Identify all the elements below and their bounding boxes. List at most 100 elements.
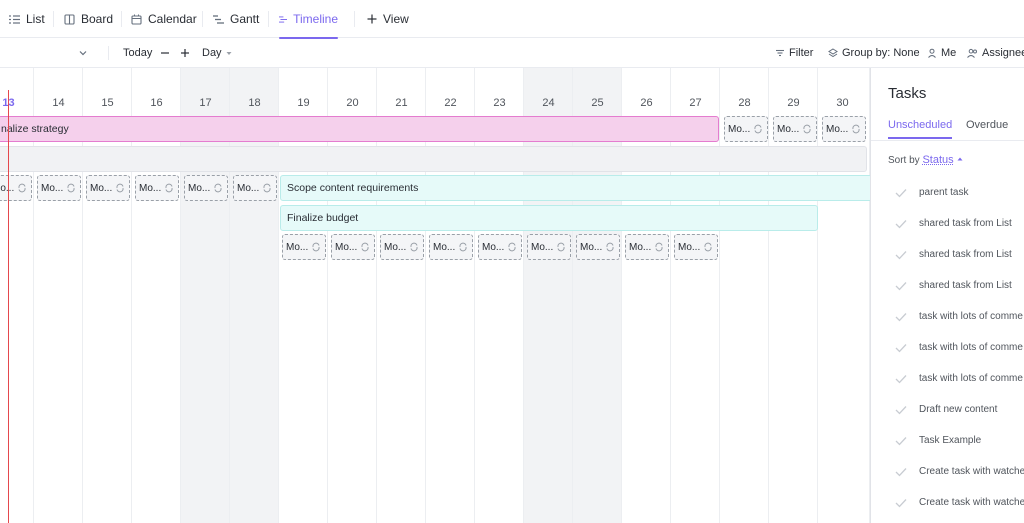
sort-label: Sort by (888, 155, 920, 166)
check-icon (895, 436, 907, 445)
list-item[interactable]: Draft new content (871, 394, 1024, 425)
recurring-task-chip[interactable]: Mo... (674, 234, 718, 260)
users-icon (967, 48, 977, 58)
list-item[interactable]: Create task with watche (871, 456, 1024, 487)
view-select-dropdown[interactable] (78, 38, 92, 68)
zoom-level-label: Day (202, 47, 222, 59)
day-label: 16 (150, 97, 163, 109)
recurring-task-chip[interactable]: Mo... (625, 234, 669, 260)
tab-list[interactable]: List (9, 0, 45, 38)
day-label: 20 (346, 97, 359, 109)
add-view-button[interactable]: View (367, 0, 409, 38)
task-bar-label: Finalize budget (287, 212, 359, 224)
list-item[interactable]: Create task with watche (871, 487, 1024, 518)
recurring-task-chip[interactable]: Mo... (724, 116, 768, 142)
list-item[interactable]: shared task from List (871, 270, 1024, 301)
list-item-label: shared task from List (919, 249, 1012, 260)
recurring-icon (852, 124, 860, 134)
chip-label: Mo... (335, 241, 358, 253)
zoom-out-button[interactable] (160, 38, 174, 68)
today-button[interactable]: Today (123, 38, 152, 68)
calendar-icon (131, 14, 142, 25)
recurring-task-chip[interactable]: Mo... (527, 234, 571, 260)
tab-calendar[interactable]: Calendar (131, 0, 197, 38)
chip-label: Mo... (384, 241, 407, 253)
view-tabs-bar: List Board Calendar Gantt Timeline View (0, 0, 1024, 39)
list-item-label: Draft new content (919, 404, 998, 415)
recurring-icon (557, 242, 565, 252)
sort-control[interactable]: Sort by Status (888, 154, 964, 166)
list-item-label: Create task with watche (919, 497, 1024, 508)
tab-gantt[interactable]: Gantt (213, 0, 259, 38)
list-item[interactable]: task with lots of comme (871, 301, 1024, 332)
check-icon (895, 498, 907, 507)
user-icon (928, 48, 936, 58)
list-item-label: task with lots of comme (919, 342, 1023, 353)
recurring-task-chip[interactable]: Mo... (576, 234, 620, 260)
recurring-task-chip[interactable]: Mo... (86, 175, 130, 201)
day-label: 26 (640, 97, 653, 109)
recurring-task-chip[interactable]: Mo... (822, 116, 866, 142)
check-icon (895, 312, 907, 321)
group-by-button[interactable]: Group by: None (828, 38, 920, 68)
list-item-label: shared task from List (919, 280, 1012, 291)
chip-label: Mo... (777, 123, 800, 135)
tab-board[interactable]: Board (64, 0, 113, 38)
chip-label: Mo... (188, 182, 211, 194)
recurring-task-chip[interactable]: Mo... (0, 175, 32, 201)
check-icon (895, 405, 907, 414)
tab-unscheduled[interactable]: Unscheduled (888, 119, 952, 131)
recurring-icon (361, 242, 369, 252)
recurring-icon (18, 183, 26, 193)
recurring-task-chip[interactable]: Mo... (429, 234, 473, 260)
plus-icon (181, 49, 189, 57)
task-bar-scope-content-requirements[interactable]: Scope content requirements (280, 175, 870, 201)
list-item[interactable]: parent task (871, 177, 1024, 208)
chip-label: Mo... (728, 123, 751, 135)
list-item-label: task with lots of comme (919, 373, 1023, 384)
recurring-task-chip[interactable]: Mo... (233, 175, 277, 201)
check-icon (895, 219, 907, 228)
recurring-task-chip[interactable]: Mo... (773, 116, 817, 142)
list-item[interactable]: task with lots of comme (871, 332, 1024, 363)
list-item[interactable]: task with lots of comme (871, 363, 1024, 394)
tab-timeline[interactable]: Timeline (279, 0, 338, 39)
filter-button[interactable]: Filter (775, 38, 813, 68)
task-bar-untitled[interactable] (0, 146, 867, 172)
recurring-task-chip[interactable]: Mo... (282, 234, 326, 260)
recurring-task-chip[interactable]: Mo... (478, 234, 522, 260)
recurring-task-chip[interactable]: Mo... (380, 234, 424, 260)
recurring-task-chip[interactable]: Mo... (37, 175, 81, 201)
assignee-label: Assignee (982, 47, 1024, 59)
day-label: 28 (738, 97, 751, 109)
me-filter-button[interactable]: Me (927, 38, 956, 68)
assignee-filter-button[interactable]: Assignee (967, 38, 1024, 68)
check-icon (895, 188, 907, 197)
sort-value[interactable]: Status (922, 154, 953, 166)
zoom-level-dropdown[interactable]: Day (202, 38, 237, 68)
panel-divider (871, 140, 1024, 141)
task-bar-finalize-budget[interactable]: Finalize budget (280, 205, 818, 231)
recurring-icon (410, 242, 418, 252)
timeline-grid[interactable]: 13 14 15 16 17 18 19 20 21 22 23 24 25 2… (0, 68, 870, 523)
recurring-task-chip[interactable]: Mo... (184, 175, 228, 201)
recurring-task-chip[interactable]: Mo... (135, 175, 179, 201)
today-label: Today (123, 47, 153, 59)
list-item[interactable]: shared task from List (871, 239, 1024, 270)
recurring-icon (165, 183, 173, 193)
chip-label: Mo... (90, 182, 113, 194)
list-item-label: parent task (919, 187, 969, 198)
chip-label: Mo... (629, 241, 652, 253)
chip-label: Mo... (678, 241, 701, 253)
list-item[interactable]: Task Example (871, 425, 1024, 456)
zoom-in-button[interactable] (180, 38, 194, 68)
list-item[interactable]: shared task from List (871, 208, 1024, 239)
chip-label: Mo... (139, 182, 162, 194)
filter-icon (776, 49, 784, 57)
task-bar-label: nalize strategy (1, 123, 69, 135)
check-icon (895, 374, 907, 383)
task-bar-finalize-strategy[interactable]: nalize strategy (0, 116, 719, 142)
recurring-task-chip[interactable]: Mo... (331, 234, 375, 260)
tab-overdue[interactable]: Overdue (966, 119, 1008, 131)
list-item-label: Create task with watche (919, 466, 1024, 477)
